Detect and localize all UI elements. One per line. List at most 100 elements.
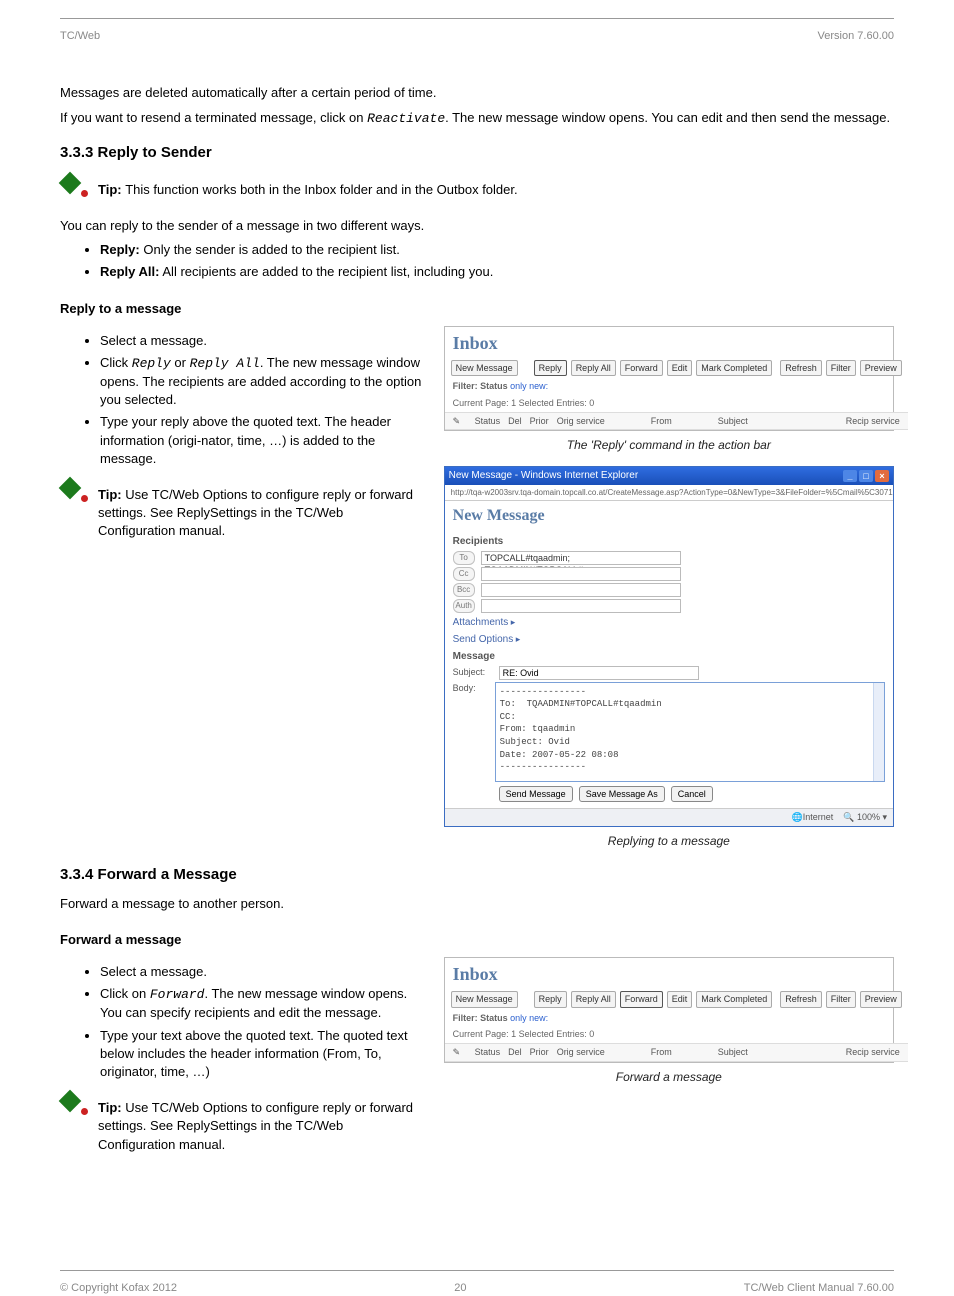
tip-configure-forward: Tip: Use TC/Web Options to configure rep… [60, 1093, 424, 1160]
tip-text: Tip: This function works both in the Inb… [98, 181, 518, 199]
btn-filter[interactable]: Filter [826, 991, 856, 1008]
btn-mark-completed[interactable]: Mark Completed [696, 360, 772, 377]
forward-columns: Select a message. Click on Forward. The … [60, 957, 894, 1172]
btn-forward[interactable]: Forward [620, 360, 663, 377]
tip-both-folders: Tip: This function works both in the Inb… [60, 175, 894, 205]
list-item: Select a message. [100, 332, 424, 350]
col: Orig service [557, 1046, 605, 1059]
window-close-icon[interactable]: × [875, 470, 889, 482]
col: From [651, 415, 672, 428]
btn-reply-all[interactable]: Reply All [571, 360, 616, 377]
to-input[interactable]: TOPCALL#tqaadmin; TQAADMIN#TOPCALL#tqa [481, 551, 681, 565]
header-right: Version 7.60.00 [818, 29, 894, 44]
btn-refresh[interactable]: Refresh [780, 360, 822, 377]
list-item: Type your text above the quoted text. Th… [100, 1027, 424, 1082]
zoom-value: 100% [857, 812, 880, 822]
window-maximize-icon[interactable]: □ [859, 470, 873, 482]
header-rule [60, 18, 894, 19]
pill-bcc[interactable]: Bcc [453, 583, 475, 597]
btn-edit[interactable]: Edit [667, 360, 693, 377]
inbox-header-row: ✎ Status Del Prior Orig service From Sub… [445, 412, 908, 431]
btn-preview[interactable]: Preview [860, 991, 902, 1008]
inbox-page-line: Current Page: 1 Selected Entries: 0 [445, 1026, 908, 1043]
footer-rule [60, 1270, 894, 1271]
btn-edit[interactable]: Edit [667, 991, 693, 1008]
cc-input[interactable] [481, 567, 681, 581]
new-message-heading: New Message [445, 501, 893, 529]
send-message-button[interactable]: Send Message [499, 786, 573, 803]
footer-right: TC/Web Client Manual 7.60.00 [744, 1281, 894, 1296]
text: Click [100, 355, 132, 370]
col: Subject [718, 415, 748, 428]
text: Filter: Status [453, 1013, 511, 1023]
cmd-reply-all: Reply All [190, 356, 260, 371]
btn-reply[interactable]: Reply [534, 991, 567, 1008]
para-auto-delete: Messages are deleted automatically after… [60, 84, 894, 102]
pill-to[interactable]: To [453, 551, 475, 565]
btn-new-message[interactable]: New Message [451, 991, 518, 1008]
col: Prior [530, 415, 549, 428]
auth-input[interactable] [481, 599, 681, 613]
text: both in the Inbox folder and in the Outb… [236, 182, 517, 197]
page-footer: © Copyright Kofax 2012 20 TC/Web Client … [60, 1281, 894, 1296]
status-bar: Internet 🔍 100% ▾ [445, 808, 893, 826]
text: or [171, 355, 190, 370]
save-message-as-button[interactable]: Save Message As [579, 786, 665, 803]
address-bar[interactable]: http://tqa-w2003srv.tqa-domain.topcall.c… [445, 485, 893, 501]
reply-intro: You can reply to the sender of a message… [60, 217, 894, 235]
window-minimize-icon[interactable]: _ [843, 470, 857, 482]
text: This function works [125, 182, 236, 197]
reply-kind-list: Reply: Only the sender is added to the r… [60, 241, 894, 281]
btn-forward[interactable]: Forward [620, 991, 663, 1008]
col: Status [475, 415, 501, 428]
attachments-link[interactable]: Attachments [453, 616, 885, 630]
tip-label: Tip: [98, 487, 125, 502]
text: Use TC/Web Options to configure reply or… [98, 487, 413, 538]
window-titlebar: New Message - Windows Internet Explorer … [445, 467, 893, 485]
btn-refresh[interactable]: Refresh [780, 991, 822, 1008]
list-item: Reply All: All recipients are added to t… [100, 263, 894, 281]
inbox-title: Inbox [445, 327, 908, 358]
col: Recip service [846, 1046, 900, 1059]
col: Orig service [557, 415, 605, 428]
btn-mark-completed[interactable]: Mark Completed [696, 991, 772, 1008]
forward-steps: Select a message. Click on Forward. The … [60, 963, 424, 1081]
list-item: Type your reply above the quoted text. T… [100, 413, 424, 468]
btn-reply[interactable]: Reply [534, 360, 567, 377]
figure-new-message: New Message - Windows Internet Explorer … [444, 466, 894, 827]
btn-reply-all[interactable]: Reply All [571, 991, 616, 1008]
subject-input[interactable]: RE: Ovid [499, 666, 699, 680]
btn-new-message[interactable]: New Message [451, 360, 518, 377]
subhead-forward: Forward a message [60, 931, 894, 949]
col: From [651, 1046, 672, 1059]
text: Only the sender is added to the recipien… [140, 242, 400, 257]
tip-label: Tip: [98, 1100, 125, 1115]
inbox-toolbar: New Message Reply Reply All Forward Edit… [445, 989, 908, 1010]
btn-preview[interactable]: Preview [860, 360, 902, 377]
tip-text: Tip: Use TC/Web Options to configure rep… [98, 1099, 424, 1154]
col: Del [508, 1046, 522, 1059]
cancel-button[interactable]: Cancel [671, 786, 713, 803]
body-textarea[interactable]: ---------------- To: TQAADMIN#TOPCALL#tq… [495, 682, 885, 782]
col: Prior [530, 1046, 549, 1059]
heading-forward: 3.3.4 Forward a Message [60, 864, 894, 885]
footer-left: © Copyright Kofax 2012 [60, 1281, 177, 1296]
text: only new: [510, 1013, 548, 1023]
cmd-forward: Forward [150, 987, 205, 1002]
text: . The new message window opens. You can … [445, 110, 890, 125]
list-item: Click on Forward. The new message window… [100, 985, 424, 1022]
bcc-input[interactable] [481, 583, 681, 597]
footer-page: 20 [454, 1281, 466, 1296]
recipients-label: Recipients [453, 535, 885, 549]
tip-text: Tip: Use TC/Web Options to configure rep… [98, 486, 424, 541]
send-options-link[interactable]: Send Options [453, 633, 885, 647]
pill-cc[interactable]: Cc [453, 567, 475, 581]
header-left: TC/Web [60, 29, 100, 44]
figure1-caption: The 'Reply' command in the action bar [444, 437, 894, 454]
btn-filter[interactable]: Filter [826, 360, 856, 377]
para-reactivate: If you want to resend a terminated messa… [60, 109, 894, 128]
subject-label: Subject: [453, 666, 493, 679]
inbox-page-line: Current Page: 1 Selected Entries: 0 [445, 395, 908, 412]
tip-icon [60, 175, 88, 197]
pill-auth[interactable]: Auth [453, 599, 475, 613]
